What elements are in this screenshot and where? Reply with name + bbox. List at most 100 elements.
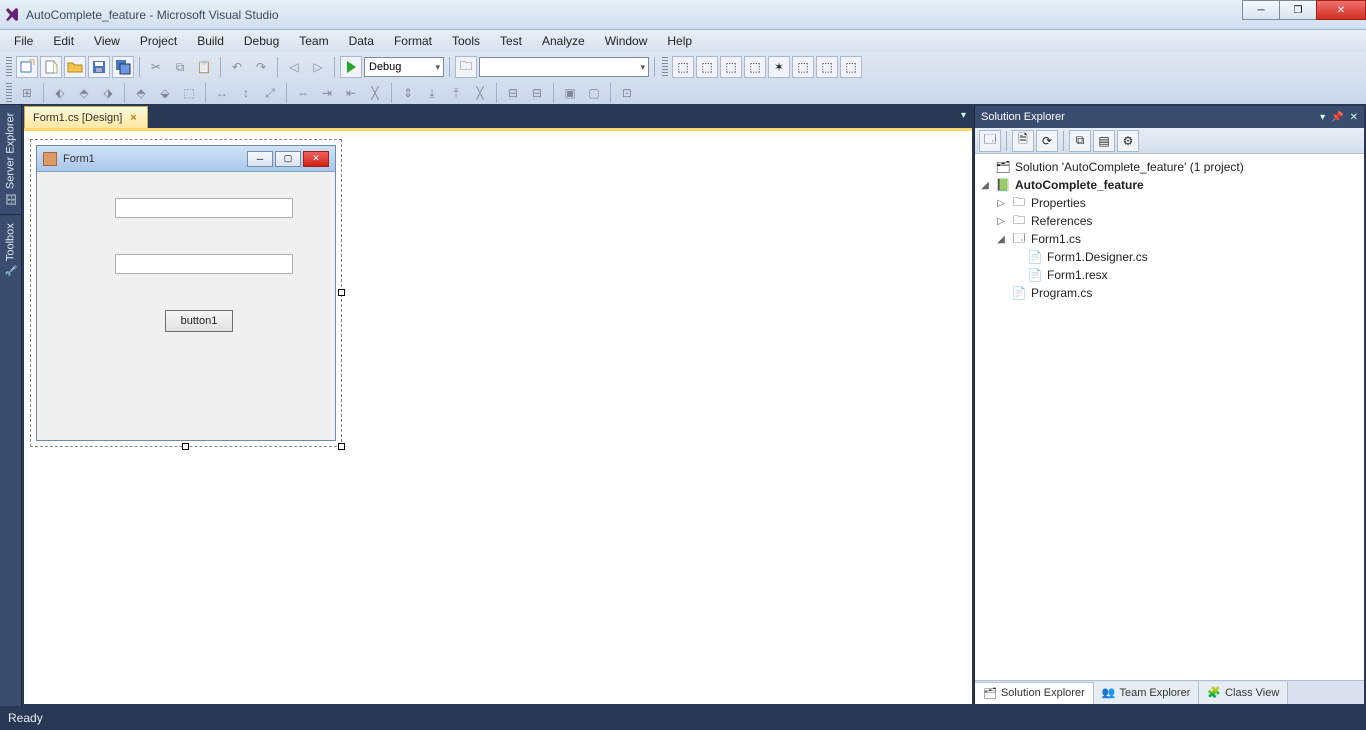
tree-program-node[interactable]: 📄 Program.cs: [977, 284, 1362, 302]
tree-form1-designer-node[interactable]: 📄 Form1.Designer.cs: [977, 248, 1362, 266]
align-top-button[interactable]: ⬘: [130, 82, 152, 104]
form-minimize-button[interactable]: ─: [247, 151, 273, 167]
window-minimize-button[interactable]: ─: [1242, 0, 1280, 20]
show-all-files-button[interactable]: 🗎: [1012, 130, 1034, 152]
tree-form1-node[interactable]: ◢ 🗔 Form1.cs: [977, 230, 1362, 248]
selection-handle-se[interactable]: [338, 443, 345, 450]
paste-button[interactable]: 📋: [193, 56, 215, 78]
h-space-dec-button[interactable]: ⇤: [340, 82, 362, 104]
window-position-icon[interactable]: ▾: [1320, 112, 1325, 123]
collapse-icon[interactable]: ◢: [995, 234, 1007, 245]
tab-list-dropdown-icon[interactable]: ▾: [961, 110, 966, 121]
tree-form1-resx-node[interactable]: 📄 Form1.resx: [977, 266, 1362, 284]
menu-view[interactable]: View: [84, 31, 130, 51]
ext-btn-2[interactable]: ⬚: [696, 56, 718, 78]
menu-team[interactable]: Team: [289, 31, 338, 51]
designer-surface[interactable]: Form1 ─ ▢ ✕ button1: [24, 128, 972, 704]
view-designer-button[interactable]: ▤: [1093, 130, 1115, 152]
document-tab-form1-design[interactable]: Form1.cs [Design] ×: [24, 106, 148, 128]
open-button[interactable]: [64, 56, 86, 78]
send-back-button[interactable]: ▢: [583, 82, 605, 104]
properties-button[interactable]: 🗔: [979, 130, 1001, 152]
ext-btn-1[interactable]: ⬚: [672, 56, 694, 78]
v-space-remove-button[interactable]: ╳: [469, 82, 491, 104]
window-close-button[interactable]: ✕: [1316, 0, 1366, 20]
close-panel-icon[interactable]: ✕: [1350, 112, 1358, 123]
same-width-button[interactable]: ↔: [211, 82, 233, 104]
document-tab-close-icon[interactable]: ×: [128, 112, 138, 124]
menu-window[interactable]: Window: [595, 31, 658, 51]
solution-config-dropdown[interactable]: Debug: [364, 57, 444, 77]
expand-icon[interactable]: ▷: [995, 216, 1007, 227]
toolbar-grip-icon[interactable]: [6, 57, 12, 77]
align-grid-button[interactable]: ⊞: [16, 82, 38, 104]
form-client-area[interactable]: button1: [37, 172, 335, 440]
view-code-button[interactable]: ⧉: [1069, 130, 1091, 152]
collapse-icon[interactable]: ◢: [979, 180, 991, 191]
ext-btn-8[interactable]: ⬚: [840, 56, 862, 78]
toolbar-grip-icon[interactable]: [6, 83, 12, 103]
tree-project-node[interactable]: ◢ 📗 AutoComplete_feature: [977, 176, 1362, 194]
nav-back-button[interactable]: ◁: [283, 56, 305, 78]
tree-properties-node[interactable]: ▷ 🗀 Properties: [977, 194, 1362, 212]
tab-solution-explorer[interactable]: 🗂 Solution Explorer: [975, 682, 1094, 704]
menu-build[interactable]: Build: [187, 31, 234, 51]
designer-form[interactable]: Form1 ─ ▢ ✕ button1: [36, 145, 336, 441]
button-1[interactable]: button1: [165, 310, 233, 332]
add-item-button[interactable]: [40, 56, 62, 78]
menu-edit[interactable]: Edit: [43, 31, 84, 51]
refresh-button[interactable]: ⟳: [1036, 130, 1058, 152]
solution-explorer-titlebar[interactable]: Solution Explorer ▾ 📌 ✕: [975, 106, 1364, 128]
toolbox-tab[interactable]: 🔧 Toolbox: [0, 214, 21, 285]
menu-help[interactable]: Help: [657, 31, 702, 51]
center-h-button[interactable]: ⊟: [502, 82, 524, 104]
selection-handle-e[interactable]: [338, 289, 345, 296]
menu-project[interactable]: Project: [130, 31, 187, 51]
toolbar-grip-icon[interactable]: [662, 57, 668, 77]
undo-button[interactable]: ↶: [226, 56, 248, 78]
find-combo[interactable]: [479, 57, 649, 77]
h-space-equal-button[interactable]: ⇔: [292, 82, 314, 104]
menu-tools[interactable]: Tools: [442, 31, 490, 51]
menu-debug[interactable]: Debug: [234, 31, 289, 51]
solution-tree[interactable]: 🗂 Solution 'AutoComplete_feature' (1 pro…: [975, 154, 1364, 680]
menu-format[interactable]: Format: [384, 31, 442, 51]
new-project-button[interactable]: [16, 56, 38, 78]
window-maximize-button[interactable]: ❐: [1279, 0, 1317, 20]
menu-analyze[interactable]: Analyze: [532, 31, 595, 51]
tab-class-view[interactable]: 🧩 Class View: [1199, 682, 1288, 704]
same-height-button[interactable]: ↕: [235, 82, 257, 104]
center-v-button[interactable]: ⊟: [526, 82, 548, 104]
ext-btn-3[interactable]: ⬚: [720, 56, 742, 78]
selection-handle-s[interactable]: [182, 443, 189, 450]
save-all-button[interactable]: [112, 56, 134, 78]
tree-solution-node[interactable]: 🗂 Solution 'AutoComplete_feature' (1 pro…: [977, 158, 1362, 176]
align-left-button[interactable]: ⬖: [49, 82, 71, 104]
align-right-button[interactable]: ⬗: [97, 82, 119, 104]
nav-fwd-button[interactable]: ▷: [307, 56, 329, 78]
tree-references-node[interactable]: ▷ 🗀 References: [977, 212, 1362, 230]
expand-icon[interactable]: ▷: [995, 198, 1007, 209]
start-debug-button[interactable]: [340, 56, 362, 78]
v-space-inc-button[interactable]: ⤓: [421, 82, 443, 104]
form-close-button[interactable]: ✕: [303, 151, 329, 167]
tab-order-button[interactable]: ⊡: [616, 82, 638, 104]
bring-front-button[interactable]: ▣: [559, 82, 581, 104]
form-maximize-button[interactable]: ▢: [275, 151, 301, 167]
v-space-dec-button[interactable]: ⤒: [445, 82, 467, 104]
textbox-1[interactable]: [115, 198, 293, 218]
menu-test[interactable]: Test: [490, 31, 532, 51]
tab-team-explorer[interactable]: 👥 Team Explorer: [1094, 682, 1200, 704]
ext-btn-5[interactable]: ✶: [768, 56, 790, 78]
ext-btn-7[interactable]: ⬚: [816, 56, 838, 78]
cut-button[interactable]: ✂: [145, 56, 167, 78]
find-in-files-button[interactable]: 🗀: [455, 56, 477, 78]
align-bottom-button[interactable]: ⬚: [178, 82, 200, 104]
same-size-button[interactable]: ⤢: [259, 82, 281, 104]
redo-button[interactable]: ↷: [250, 56, 272, 78]
menu-file[interactable]: File: [4, 31, 43, 51]
save-button[interactable]: [88, 56, 110, 78]
textbox-2[interactable]: [115, 254, 293, 274]
menu-data[interactable]: Data: [339, 31, 384, 51]
v-space-equal-button[interactable]: ⇕: [397, 82, 419, 104]
